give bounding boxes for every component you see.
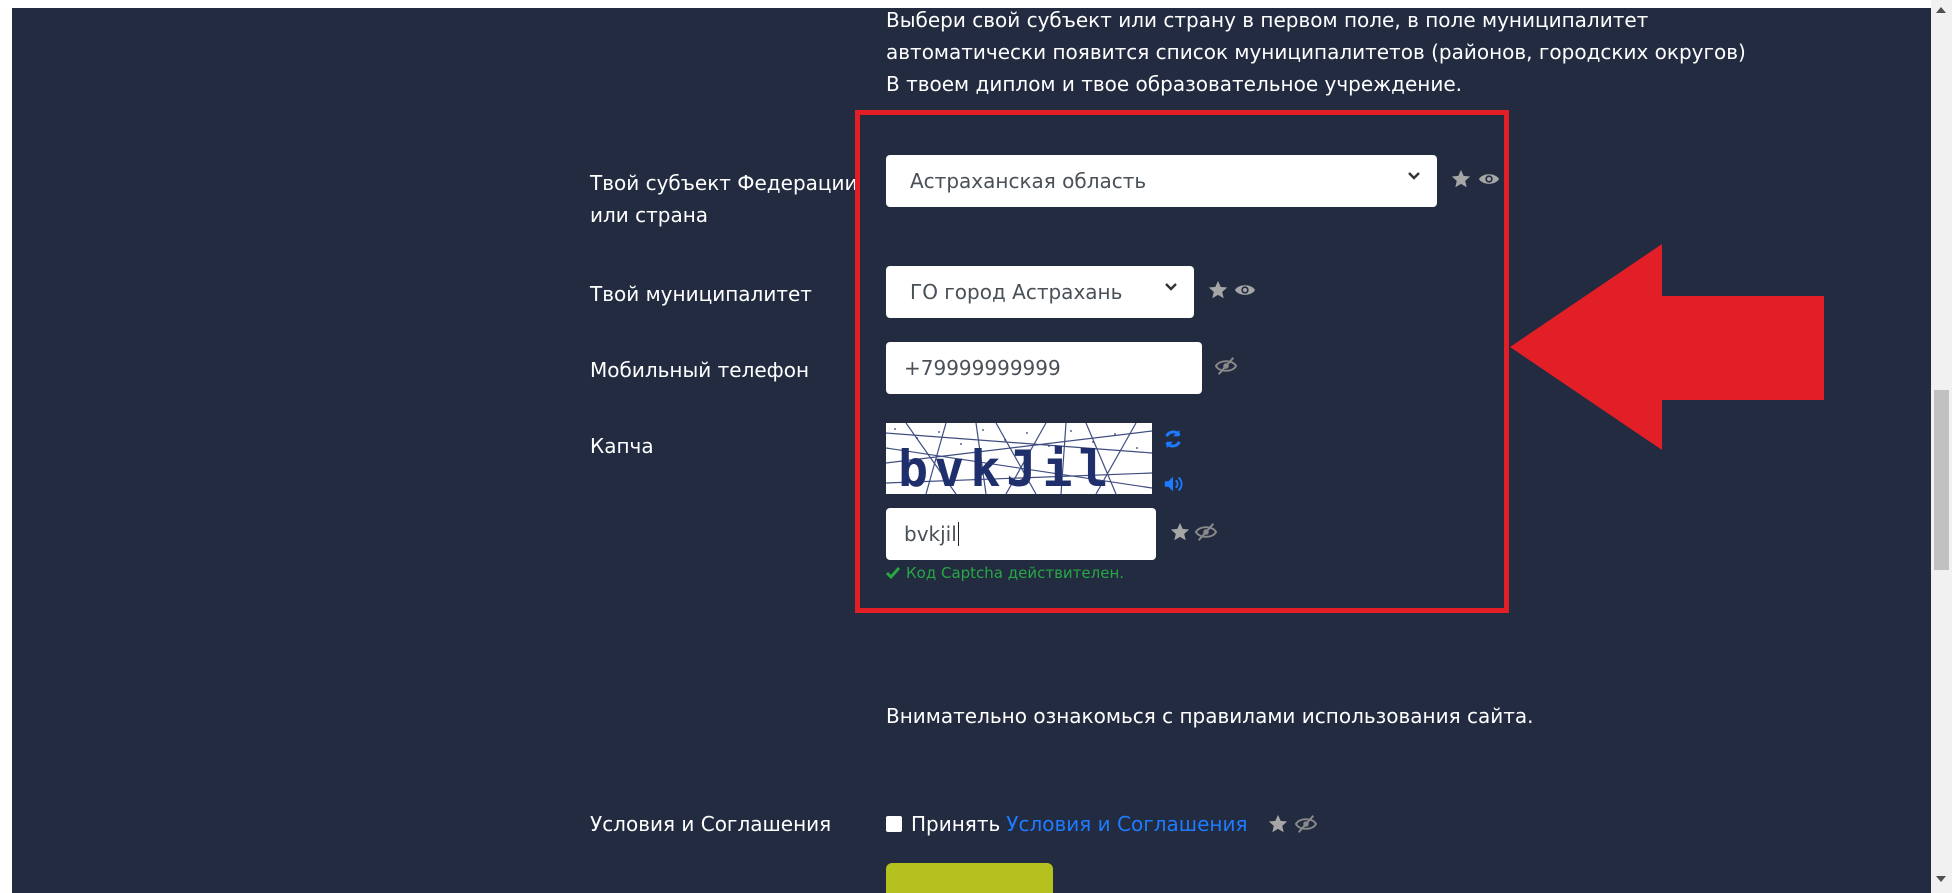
captcha-label: Капча xyxy=(590,434,654,458)
scrollbar-thumb[interactable] xyxy=(1934,390,1949,570)
red-arrow-annotation xyxy=(1510,244,1824,450)
page: Выбери свой субъект или страну в первом … xyxy=(12,8,1931,893)
terms-accept-label: Принять xyxy=(911,812,1001,836)
intro-line-1: Выбери свой субъект или страну в первом … xyxy=(886,8,1649,32)
terms-checkbox[interactable] xyxy=(886,816,902,832)
scrollbar[interactable] xyxy=(1931,0,1952,893)
phone-label: Мобильный телефон xyxy=(590,358,810,382)
highlight-box xyxy=(855,110,1509,613)
scroll-up-arrow[interactable] xyxy=(1936,7,1946,13)
terms-link[interactable]: Условия и Соглашения xyxy=(1006,812,1247,836)
municipality-label: Твой муниципалитет xyxy=(590,282,812,306)
star-icon[interactable] xyxy=(1267,813,1289,835)
scroll-down-arrow[interactable] xyxy=(1936,876,1946,882)
submit-button[interactable] xyxy=(886,863,1053,893)
rules-text: Внимательно ознакомься с правилами испол… xyxy=(886,704,1534,728)
eye-slash-icon[interactable] xyxy=(1295,813,1318,835)
region-label: Твой субъект Федерации или страна xyxy=(590,171,858,227)
intro-text: Выбери свой субъект или страну в первом … xyxy=(886,8,1786,100)
terms-accept: Принять Условия и Соглашения xyxy=(886,808,1318,840)
intro-line-2: автоматически появится список муниципали… xyxy=(886,40,1746,64)
intro-line-3: В твоем диплом и твое образовательное уч… xyxy=(886,72,1463,96)
terms-label: Условия и Соглашения xyxy=(590,812,832,836)
